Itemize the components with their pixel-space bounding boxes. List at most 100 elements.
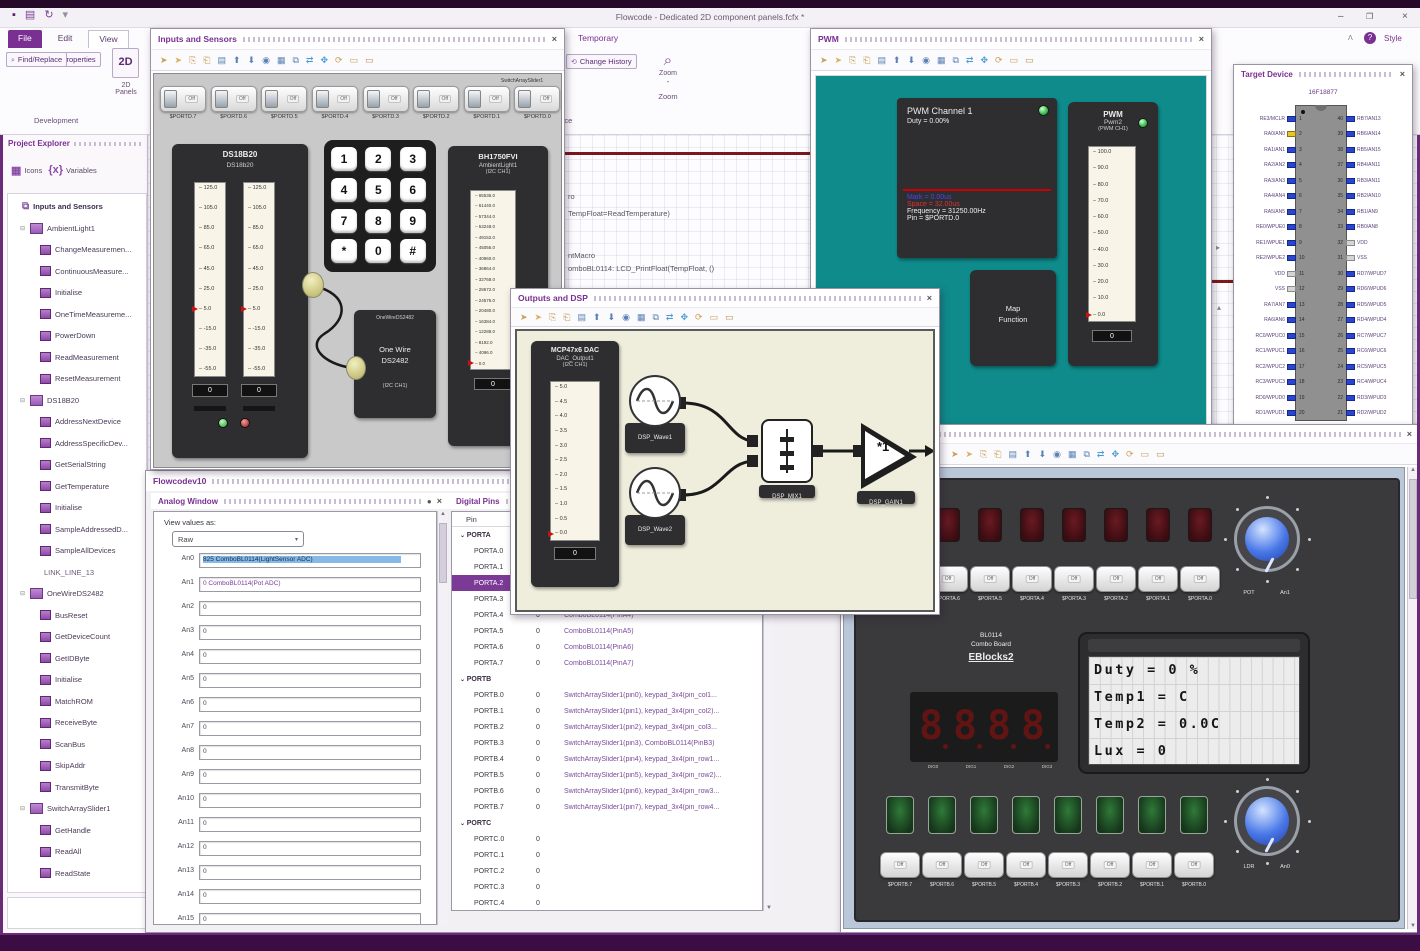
tree-item[interactable]: ⧉ Inputs and Sensors <box>8 196 146 218</box>
move-icon[interactable]: ✥ <box>980 55 988 65</box>
pin-pad[interactable] <box>1346 286 1355 293</box>
pin-pad[interactable] <box>1287 410 1296 417</box>
chip-pin[interactable]: RC3/WPUC3 18 <box>1237 375 1311 391</box>
paste-icon[interactable]: ⎗ <box>994 449 1001 459</box>
frame2-icon[interactable]: ▭ <box>1156 449 1165 459</box>
list-icon[interactable]: ▤ <box>578 312 587 322</box>
digital-pin-row[interactable]: PORTB.1 0 SwitchArraySlider1(pin1), keyp… <box>452 703 762 719</box>
slider-arrow[interactable] <box>468 360 474 366</box>
digital-pin-row[interactable]: PORTC.2 0 <box>452 863 762 879</box>
toggle-switch[interactable]: Off $PORTB.6 <box>922 852 962 898</box>
ribbon-button[interactable]: ⌕ Find/Replace <box>6 52 68 67</box>
cursor-icon[interactable]: ➤ <box>820 55 828 65</box>
analog-value-field[interactable]: 0 <box>199 841 421 856</box>
digital-pin-row[interactable]: PORTB.0 0 SwitchArraySlider1(pin0), keyp… <box>452 687 762 703</box>
lower-icon[interactable]: ⬇ <box>908 55 916 65</box>
slide-switch[interactable]: Off $PORTD.3 <box>362 86 409 132</box>
lower-icon[interactable]: ⬇ <box>1039 449 1047 459</box>
pin-pad[interactable] <box>1346 317 1355 324</box>
close-icon[interactable]: × <box>1400 69 1405 79</box>
frame-icon[interactable]: ▭ <box>1141 449 1150 459</box>
connector-node[interactable] <box>346 356 366 380</box>
pin-pad[interactable] <box>1346 193 1355 200</box>
tree-item[interactable]: AddressNextDevice <box>8 411 146 433</box>
copy-icon[interactable]: ⎘ <box>549 312 556 322</box>
digital-pin-row[interactable]: PORTB.4 0 SwitchArraySlider1(pin4), keyp… <box>452 751 762 767</box>
tree-item[interactable]: MatchROM <box>8 691 146 713</box>
panels-icon[interactable]: ⧉ <box>952 55 958 65</box>
slide-switch[interactable]: Off $PORTD.0 <box>514 86 561 132</box>
ribbon-button[interactable]: ⟲ Change History <box>566 54 637 69</box>
lower-icon[interactable]: ⬇ <box>608 312 616 322</box>
explorer-tree[interactable]: ⧉ Inputs and Sensors ⊟ AmbientLight1 Cha… <box>7 193 147 893</box>
inputs-titlebar[interactable]: Inputs and Sensors × <box>151 29 564 49</box>
cursor-copy-icon[interactable]: ➤ <box>835 55 843 65</box>
grid-icon[interactable]: ▦ <box>1068 449 1077 459</box>
help-icon[interactable]: ? <box>1364 32 1376 44</box>
pin-pad[interactable] <box>1346 394 1355 401</box>
chip-pin[interactable]: 39 RB6/AN14 <box>1333 127 1409 143</box>
chip-pin[interactable]: 32 VDD <box>1333 235 1409 251</box>
digital-pin-row[interactable]: PORTB <box>452 671 762 687</box>
pin-pad[interactable] <box>1287 255 1296 262</box>
tree-item[interactable]: ⊟ OneWireDS2482 <box>8 583 146 605</box>
cursor-icon[interactable]: ➤ <box>520 312 528 322</box>
digital-pin-row[interactable]: PORTB.7 0 SwitchArraySlider1(pin7), keyp… <box>452 799 762 815</box>
chip-pin[interactable]: 28 RD5/WPUD5 <box>1333 297 1409 313</box>
pin-pad[interactable] <box>1287 286 1296 293</box>
tree-item[interactable]: SampleAddressedD... <box>8 519 146 541</box>
keypad-key[interactable]: 5 <box>365 177 392 202</box>
tree-item[interactable]: ScanBus <box>8 734 146 756</box>
switch-knob[interactable] <box>315 90 329 108</box>
chip-pin[interactable]: RD0/WPUD0 19 <box>1237 390 1311 406</box>
target-titlebar[interactable]: Target Device × <box>1234 65 1412 83</box>
pin-pad[interactable] <box>1287 270 1296 277</box>
inputs-toolbar[interactable]: ➤ ➤ ⎘ ⎗ ▤ ⬆ ⬇ ◉ ▦ ⧉ ⇄ ✥ ⟳ ▭ ▭ <box>151 49 564 71</box>
style-menu[interactable]: Style <box>1384 34 1402 43</box>
analog-value-field[interactable]: 0 <box>199 673 421 688</box>
pwm-slider[interactable]: 100.090.080.070.060.050.040.030.020.010.… <box>1088 146 1136 322</box>
chip-pin[interactable]: 21 RD2/WPUD2 <box>1333 406 1409 422</box>
tree-item[interactable]: ReadAll <box>8 841 146 863</box>
toggle-switch[interactable]: Off $PORTA.0 <box>1180 566 1220 612</box>
tree-item[interactable]: ReceiveByte <box>8 712 146 734</box>
raise-icon[interactable]: ⬆ <box>1024 449 1032 459</box>
switch-knob[interactable] <box>164 90 177 108</box>
swap-icon[interactable]: ⇄ <box>666 312 674 322</box>
tree-item[interactable]: AddressSpecificDev... <box>8 433 146 455</box>
analog-value-field[interactable]: 0 <box>199 913 421 924</box>
explorer-icon-bar[interactable]: ▦ Icons {x} Variables <box>3 152 147 188</box>
expand-icon[interactable]: ⊟ <box>20 805 30 812</box>
chip-pin[interactable]: 30 RD7/WPUD7 <box>1333 266 1409 282</box>
chip-pin[interactable]: RC1/WPUC1 16 <box>1237 344 1311 360</box>
pin-pad[interactable] <box>1346 301 1355 308</box>
panel-2d-button[interactable]: 2D <box>112 48 139 78</box>
close-icon[interactable]: × <box>552 34 557 44</box>
pin-pad[interactable] <box>1287 162 1296 169</box>
pin-pad[interactable] <box>1287 301 1296 308</box>
chip-pin[interactable]: RA0/AN0 2 <box>1237 127 1311 143</box>
pin-pad[interactable] <box>1346 146 1355 153</box>
minimize-button[interactable]: – <box>1338 11 1344 22</box>
expand-icon[interactable]: ⊟ <box>20 225 30 232</box>
copy-icon[interactable]: ⎘ <box>849 55 856 65</box>
paste-icon[interactable]: ⎗ <box>203 55 210 65</box>
close-icon[interactable]: × <box>927 293 932 303</box>
ribbon-tabs[interactable]: File Edit View <box>8 30 129 48</box>
chip-pin[interactable]: 34 RB1/AN9 <box>1333 204 1409 220</box>
digital-pin-row[interactable]: PORTC.3 0 <box>452 879 762 895</box>
slide-switch[interactable]: Off $PORTD.2 <box>413 86 460 132</box>
chip-pin[interactable]: 29 RD6/WPUD6 <box>1333 282 1409 298</box>
analog-value-field[interactable]: 0 <box>199 865 421 880</box>
frame-icon[interactable]: ▭ <box>1010 55 1019 65</box>
chip-pin[interactable]: 38 RB5/AN15 <box>1333 142 1409 158</box>
pin-pad[interactable] <box>1287 131 1296 138</box>
switch-bank[interactable]: Off $PORTD.7 Off $PORTD.6 Off $PORTD.5 O… <box>160 86 561 132</box>
keypad-key[interactable]: 6 <box>399 177 426 202</box>
keypad-key[interactable]: 8 <box>365 208 392 233</box>
knob-ball[interactable] <box>1245 517 1289 561</box>
zoom-control[interactable]: ⌕ Zoom - Zoom <box>646 52 690 101</box>
scroll-right-icon[interactable]: ▸ <box>1216 243 1220 252</box>
tree-item[interactable]: ⊟ AmbientLight1 <box>8 218 146 240</box>
toggle-switch[interactable]: Off $PORTB.5 <box>964 852 1004 898</box>
